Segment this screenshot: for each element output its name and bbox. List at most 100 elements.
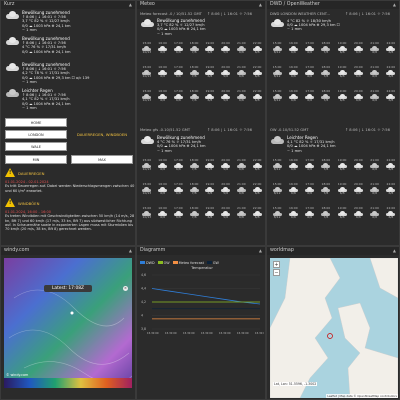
current-weather: Bewölkung zunehmend 4 °C 76 % ☼ 17/31 km… [140, 135, 205, 153]
forecast-cell: 15:00 10/13 [139, 182, 155, 196]
collapse-icon[interactable]: ▲ [259, 1, 262, 9]
forecast-value: 6/8 [207, 214, 213, 219]
kurz-panel-header[interactable]: Kurz ▲ [1, 1, 135, 9]
windy-search[interactable]: Latest: 17:08Z [44, 285, 92, 292]
forecast-value: 6/8 [160, 166, 166, 171]
cloud-icon [370, 93, 380, 99]
cloud-icon [158, 210, 168, 216]
collapse-icon[interactable]: ▲ [393, 247, 396, 255]
cloud-icon [337, 93, 347, 99]
forecast-value: 6/8 [254, 166, 260, 171]
cloud-icon [321, 69, 331, 75]
y-tick-label: 4,6 [141, 273, 146, 277]
cloud-icon [272, 210, 282, 216]
chart-title: Temperatur [191, 265, 213, 270]
temperature-chart: 4,64,44,243,815.30 00 15.30 00 15.30 00 15.… [141, 273, 264, 335]
forecast-value: 6/8 [307, 73, 313, 78]
cloud-icon [5, 37, 20, 45]
forecast-value: 6/8 [307, 190, 313, 195]
forecast-value: 6/8 [238, 166, 244, 171]
forecast-value: 6/8 [254, 190, 260, 195]
forecast-value: 6/8 [207, 49, 213, 54]
forecast-cell: 16:00 6/8 [155, 158, 171, 172]
close-icon[interactable]: × [123, 286, 128, 291]
forecast-cell: 16:00 6/8 [155, 206, 171, 220]
cloud-icon [305, 93, 315, 99]
forecast-cell: 17:00 6/8 [302, 182, 318, 196]
worldmap-panel-header[interactable]: worldmap ▲ [267, 247, 399, 255]
forecast-cell: 20:00 5/8 [218, 65, 234, 79]
forecast-cell: 18:00 7/8 [186, 182, 202, 196]
cloud-icon [189, 45, 199, 51]
zoom-out-button[interactable]: − [273, 269, 280, 276]
forecast-value: 6/8 [388, 190, 394, 195]
windy-map[interactable]: Latest: 17:08Z × © windy.com [4, 258, 132, 388]
forecast-cell: 17:00 6/8 [302, 65, 318, 79]
forecast-grid: 15:00 8/12 16:00 6/8 17:00 6/8 18:00 7/8 19:00 6/… [269, 41, 399, 55]
wale-button[interactable]: WALE [5, 142, 67, 151]
map-land [270, 258, 398, 398]
legend-item[interactable]: GW [206, 261, 219, 265]
forecast-cell: 19:00 6/8 [334, 206, 350, 220]
forecast-value: 8/12 [273, 97, 281, 102]
cloud-icon [321, 162, 331, 168]
forecast-header: Meteo gfs -0.10/51.52 GMT [140, 128, 191, 132]
cloud-icon [236, 162, 246, 168]
world-map[interactable]: + − Lat, Lon: 51.5596, -1.3002 Leaflet |… [270, 258, 398, 398]
cloud-icon [305, 210, 315, 216]
weather-line: 3,7 °C 82 % ☼ 12/27 km/h [22, 19, 70, 24]
meteo-panel-header[interactable]: Meteo ▲ [137, 1, 265, 9]
forecast-value: 10/13 [142, 190, 152, 195]
cloud-icon [305, 69, 315, 75]
forecast-value: 7/8 [323, 214, 329, 219]
collapse-icon[interactable]: ▲ [259, 247, 262, 255]
cloud-icon [321, 45, 331, 51]
forecast-grid: 15:00 8/12 16:00 6/8 17:00 6/8 18:00 7/8 19:00 6/… [269, 182, 399, 196]
forecast-cell: 18:00 7/8 [186, 65, 202, 79]
alert-description: Es treten Windböen mit Geschwindigkeiten… [5, 214, 135, 232]
home-button[interactable]: HOME [5, 118, 67, 127]
alert-label: DAUERREGEN [18, 171, 45, 176]
forecast-value: 6/8 [254, 214, 260, 219]
windy-panel-header[interactable]: windy.com ▲ [1, 247, 135, 255]
forecast-value: 7/8 [323, 49, 329, 54]
legend-item[interactable]: OW [157, 261, 170, 265]
forecast-cell: 18:00 7/8 [318, 65, 334, 79]
forecast-value: 6/8 [307, 49, 313, 54]
min-button[interactable]: MIN [5, 155, 67, 164]
y-tick-label: 3,8 [141, 327, 146, 331]
forecast-cell: 17:00 6/8 [302, 89, 318, 103]
collapse-icon[interactable]: ▲ [393, 1, 396, 9]
cloud-icon [252, 186, 262, 192]
forecast-value: 6/8 [388, 49, 394, 54]
cloud-icon [305, 45, 315, 51]
legend-label: Meteo forecast [178, 260, 204, 265]
forecast-value: 6/8 [290, 97, 296, 102]
forecast-cell: 18:00 7/8 [318, 158, 334, 172]
cloud-icon [173, 162, 183, 168]
forecast-value: 10/13 [142, 214, 152, 219]
cloud-icon [386, 210, 396, 216]
legend-item[interactable]: DWD [140, 261, 155, 265]
panel-title: windy.com [4, 248, 30, 253]
forecast-cell: 15:00 8/12 [269, 158, 285, 172]
collapse-icon[interactable]: ▲ [129, 247, 132, 255]
diagramm-panel-header[interactable]: Diagramm ▲ [137, 247, 265, 255]
collapse-icon[interactable]: ▲ [129, 1, 132, 9]
forecast-grid: 15:00 10/13 16:00 6/8 17:00 6/8 18:00 7/8 19:00 6… [139, 89, 265, 103]
zoom-in-button[interactable]: + [273, 261, 280, 268]
dwd-panel-header[interactable]: DWD / OpenWeather ▲ [267, 1, 399, 9]
legend-item[interactable]: Meteo forecast [172, 260, 204, 265]
forecast-value: 6/8 [254, 49, 260, 54]
cloud-icon [205, 45, 215, 51]
cloud-icon [386, 69, 396, 75]
forecast-cell: 18:00 7/8 [186, 158, 202, 172]
max-button[interactable]: MAX [71, 155, 133, 164]
cloud-icon [205, 162, 215, 168]
current-weather: 4 °C 82 % ☼ 18/30 km/h 0/0 ☁ 1004 hPa ⊕ … [270, 19, 340, 32]
cloud-icon [158, 186, 168, 192]
cloud-icon [272, 186, 282, 192]
alert-summary: DAUERREGEN, WINDBOEN [76, 131, 128, 137]
london-button[interactable]: LONDON [5, 130, 67, 139]
forecast-cell: 21:00 6/8 [234, 206, 250, 220]
